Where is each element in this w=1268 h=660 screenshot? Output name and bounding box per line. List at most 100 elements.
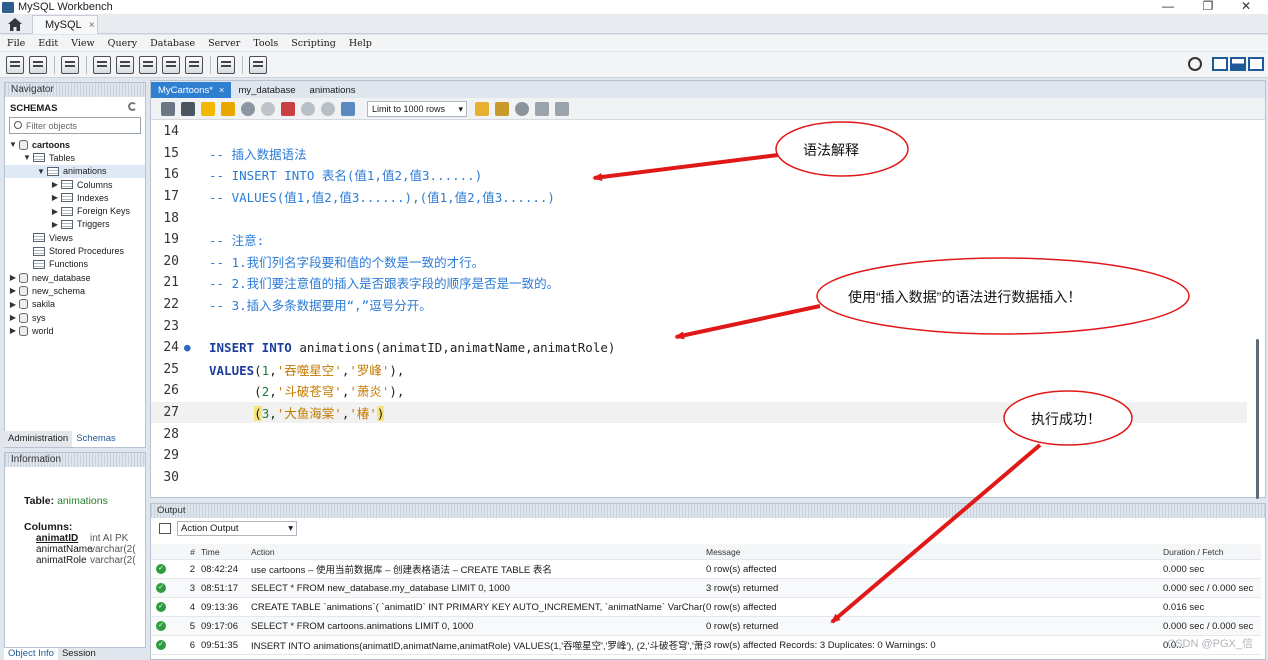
tab-session[interactable]: Session (57, 648, 100, 660)
column-header-num: # (190, 546, 195, 557)
expand-arrow-right-icon[interactable]: ▶ (9, 286, 17, 295)
expand-arrow-down-icon[interactable]: ▼ (37, 167, 45, 176)
tree-item[interactable]: ▶ Indexes (5, 191, 145, 204)
tab-administration[interactable]: Administration (4, 431, 73, 447)
query-tab-animations[interactable]: animations (303, 82, 363, 98)
menu-file[interactable]: File (7, 38, 25, 49)
tree-item[interactable]: ▶ new_schema (5, 284, 145, 297)
tree-item[interactable]: ▶ Foreign Keys (5, 204, 145, 217)
find-icon[interactable] (515, 101, 529, 116)
search-table-data-icon[interactable] (217, 55, 235, 74)
table-row[interactable]: ✓ 3 08:51:17 SELECT * FROM new_database.my_… (151, 579, 1261, 598)
create-procedure-icon[interactable] (162, 55, 180, 74)
copy-icon[interactable] (159, 522, 171, 534)
main-toolbar (0, 52, 1268, 78)
rollback-icon[interactable] (321, 101, 335, 116)
minimize-button[interactable]: — (1150, 0, 1186, 14)
invisible-chars-icon[interactable] (535, 101, 549, 116)
menu-query[interactable]: Query (108, 38, 137, 49)
expand-arrow-right-icon[interactable]: ▶ (9, 326, 17, 335)
expand-arrow-right-icon[interactable]: ▶ (51, 193, 59, 202)
tree-item[interactable]: Functions (5, 258, 145, 271)
editor-toolbar: Limit to 1000 rows (151, 98, 1265, 120)
menu-edit[interactable]: Edit (38, 38, 58, 49)
expand-arrow-right-icon[interactable]: ▶ (51, 220, 59, 229)
table-row[interactable]: ✓ 5 09:17:06 SELECT * FROM cartoons.animati… (151, 617, 1261, 636)
execute-current-icon[interactable] (221, 101, 235, 116)
folder-icon (33, 259, 45, 269)
tree-item[interactable]: ▼ animations (5, 164, 145, 178)
tree-item[interactable]: ▼ Tables (5, 151, 145, 164)
execute-icon[interactable] (201, 101, 215, 116)
toggle-secondary-sidebar-icon[interactable] (1248, 57, 1264, 71)
toggle-error-icon[interactable] (281, 101, 295, 116)
query-tab-mycartoons[interactable]: MyCartoons* × (151, 82, 232, 98)
refresh-icon[interactable] (128, 102, 137, 111)
tab-object-info[interactable]: Object Info (4, 648, 58, 660)
explain-icon[interactable] (241, 101, 255, 116)
open-sql-script-icon[interactable] (29, 55, 47, 74)
tree-item[interactable]: Stored Procedures (5, 244, 145, 257)
table-row[interactable]: ✓ 2 08:42:24 use cartoons – 使用当前数据库 – 创建表格语… (151, 560, 1261, 579)
code-line: 20 -- 1.我们列名字段要和值的个数是一致的才行。 (151, 251, 1247, 273)
create-function-icon[interactable] (185, 55, 203, 74)
table-row[interactable]: ✓ 4 09:13:36 CREATE TABLE `animations`( `an… (151, 598, 1261, 617)
output-type-select[interactable]: Action Output (177, 520, 297, 536)
beautify-icon[interactable] (495, 101, 509, 116)
expand-arrow-right-icon[interactable]: ▶ (51, 180, 59, 189)
table-row[interactable]: ✓ 6 09:51:35 INSERT INTO animations(animatI… (151, 636, 1261, 655)
inspector-icon[interactable] (61, 55, 79, 74)
save-icon[interactable] (181, 101, 195, 116)
tree-item[interactable]: ▶ Columns (5, 178, 145, 191)
query-tab-my-database[interactable]: my_database (231, 82, 302, 98)
row-action: SELECT * FROM cartoons.animations LIMIT … (251, 620, 474, 632)
create-view-icon[interactable] (139, 55, 157, 74)
close-button[interactable]: ✕ (1228, 0, 1264, 14)
menu-tools[interactable]: Tools (253, 38, 278, 49)
toggle-output-icon[interactable] (1230, 57, 1246, 71)
commit-icon[interactable] (301, 101, 315, 116)
expand-arrow-right-icon[interactable]: ▶ (9, 273, 17, 282)
filter-objects-input[interactable]: Filter objects (9, 117, 141, 134)
home-tab[interactable] (2, 15, 28, 33)
toggle-sidebar-icon[interactable] (1212, 57, 1228, 71)
tree-item[interactable]: ▶ Triggers (5, 218, 145, 231)
gear-icon[interactable] (1188, 57, 1202, 71)
limit-rows-select[interactable]: Limit to 1000 rows (367, 100, 467, 117)
create-schema-icon[interactable] (93, 55, 111, 74)
tree-item[interactable]: ▼ cartoons (5, 138, 145, 151)
add-snippet-icon[interactable] (475, 101, 489, 116)
tree-item[interactable]: ▶ sys (5, 311, 145, 324)
tree-item[interactable]: ▶ world (5, 324, 145, 337)
stop-icon[interactable] (261, 101, 275, 116)
expand-arrow-down-icon[interactable]: ▼ (9, 140, 17, 149)
restore-button[interactable]: ❐ (1190, 0, 1226, 14)
autocommit-icon[interactable] (341, 101, 355, 116)
tab-schemas[interactable]: Schemas (72, 431, 120, 447)
tree-item[interactable]: Views (5, 231, 145, 244)
editor-scrollbar[interactable] (1256, 339, 1259, 499)
menu-scripting[interactable]: Scripting (291, 38, 336, 49)
expand-arrow-right-icon[interactable]: ▶ (9, 300, 17, 309)
expand-arrow-down-icon[interactable]: ▼ (23, 153, 31, 162)
tree-item-label: new_schema (32, 285, 86, 296)
reconnect-icon[interactable] (249, 55, 267, 74)
close-tab-icon[interactable]: × (219, 85, 225, 96)
close-tab-icon[interactable]: × (89, 20, 95, 31)
tree-item[interactable]: ▶ sakila (5, 298, 145, 311)
create-table-icon[interactable] (116, 55, 134, 74)
new-sql-tab-icon[interactable] (6, 55, 24, 74)
tree-item[interactable]: ▶ new_database (5, 271, 145, 284)
success-check-icon: ✓ (156, 583, 166, 593)
connection-tab-mysql[interactable]: MySQL × (32, 15, 98, 34)
menu-view[interactable]: View (71, 38, 95, 49)
open-file-icon[interactable] (161, 101, 175, 116)
menu-server[interactable]: Server (208, 38, 240, 49)
wrap-lines-icon[interactable] (555, 101, 569, 116)
code-area[interactable]: 14 15 -- 插入数据语法 16 -- INSERT INTO 表名(值1,值2,值… (151, 121, 1247, 495)
menu-database[interactable]: Database (150, 38, 195, 49)
menu-help[interactable]: Help (349, 38, 372, 49)
expand-arrow-right-icon[interactable]: ▶ (51, 207, 59, 216)
row-message: 3 row(s) affected Records: 3 Duplicates:… (706, 639, 936, 651)
expand-arrow-right-icon[interactable]: ▶ (9, 313, 17, 322)
